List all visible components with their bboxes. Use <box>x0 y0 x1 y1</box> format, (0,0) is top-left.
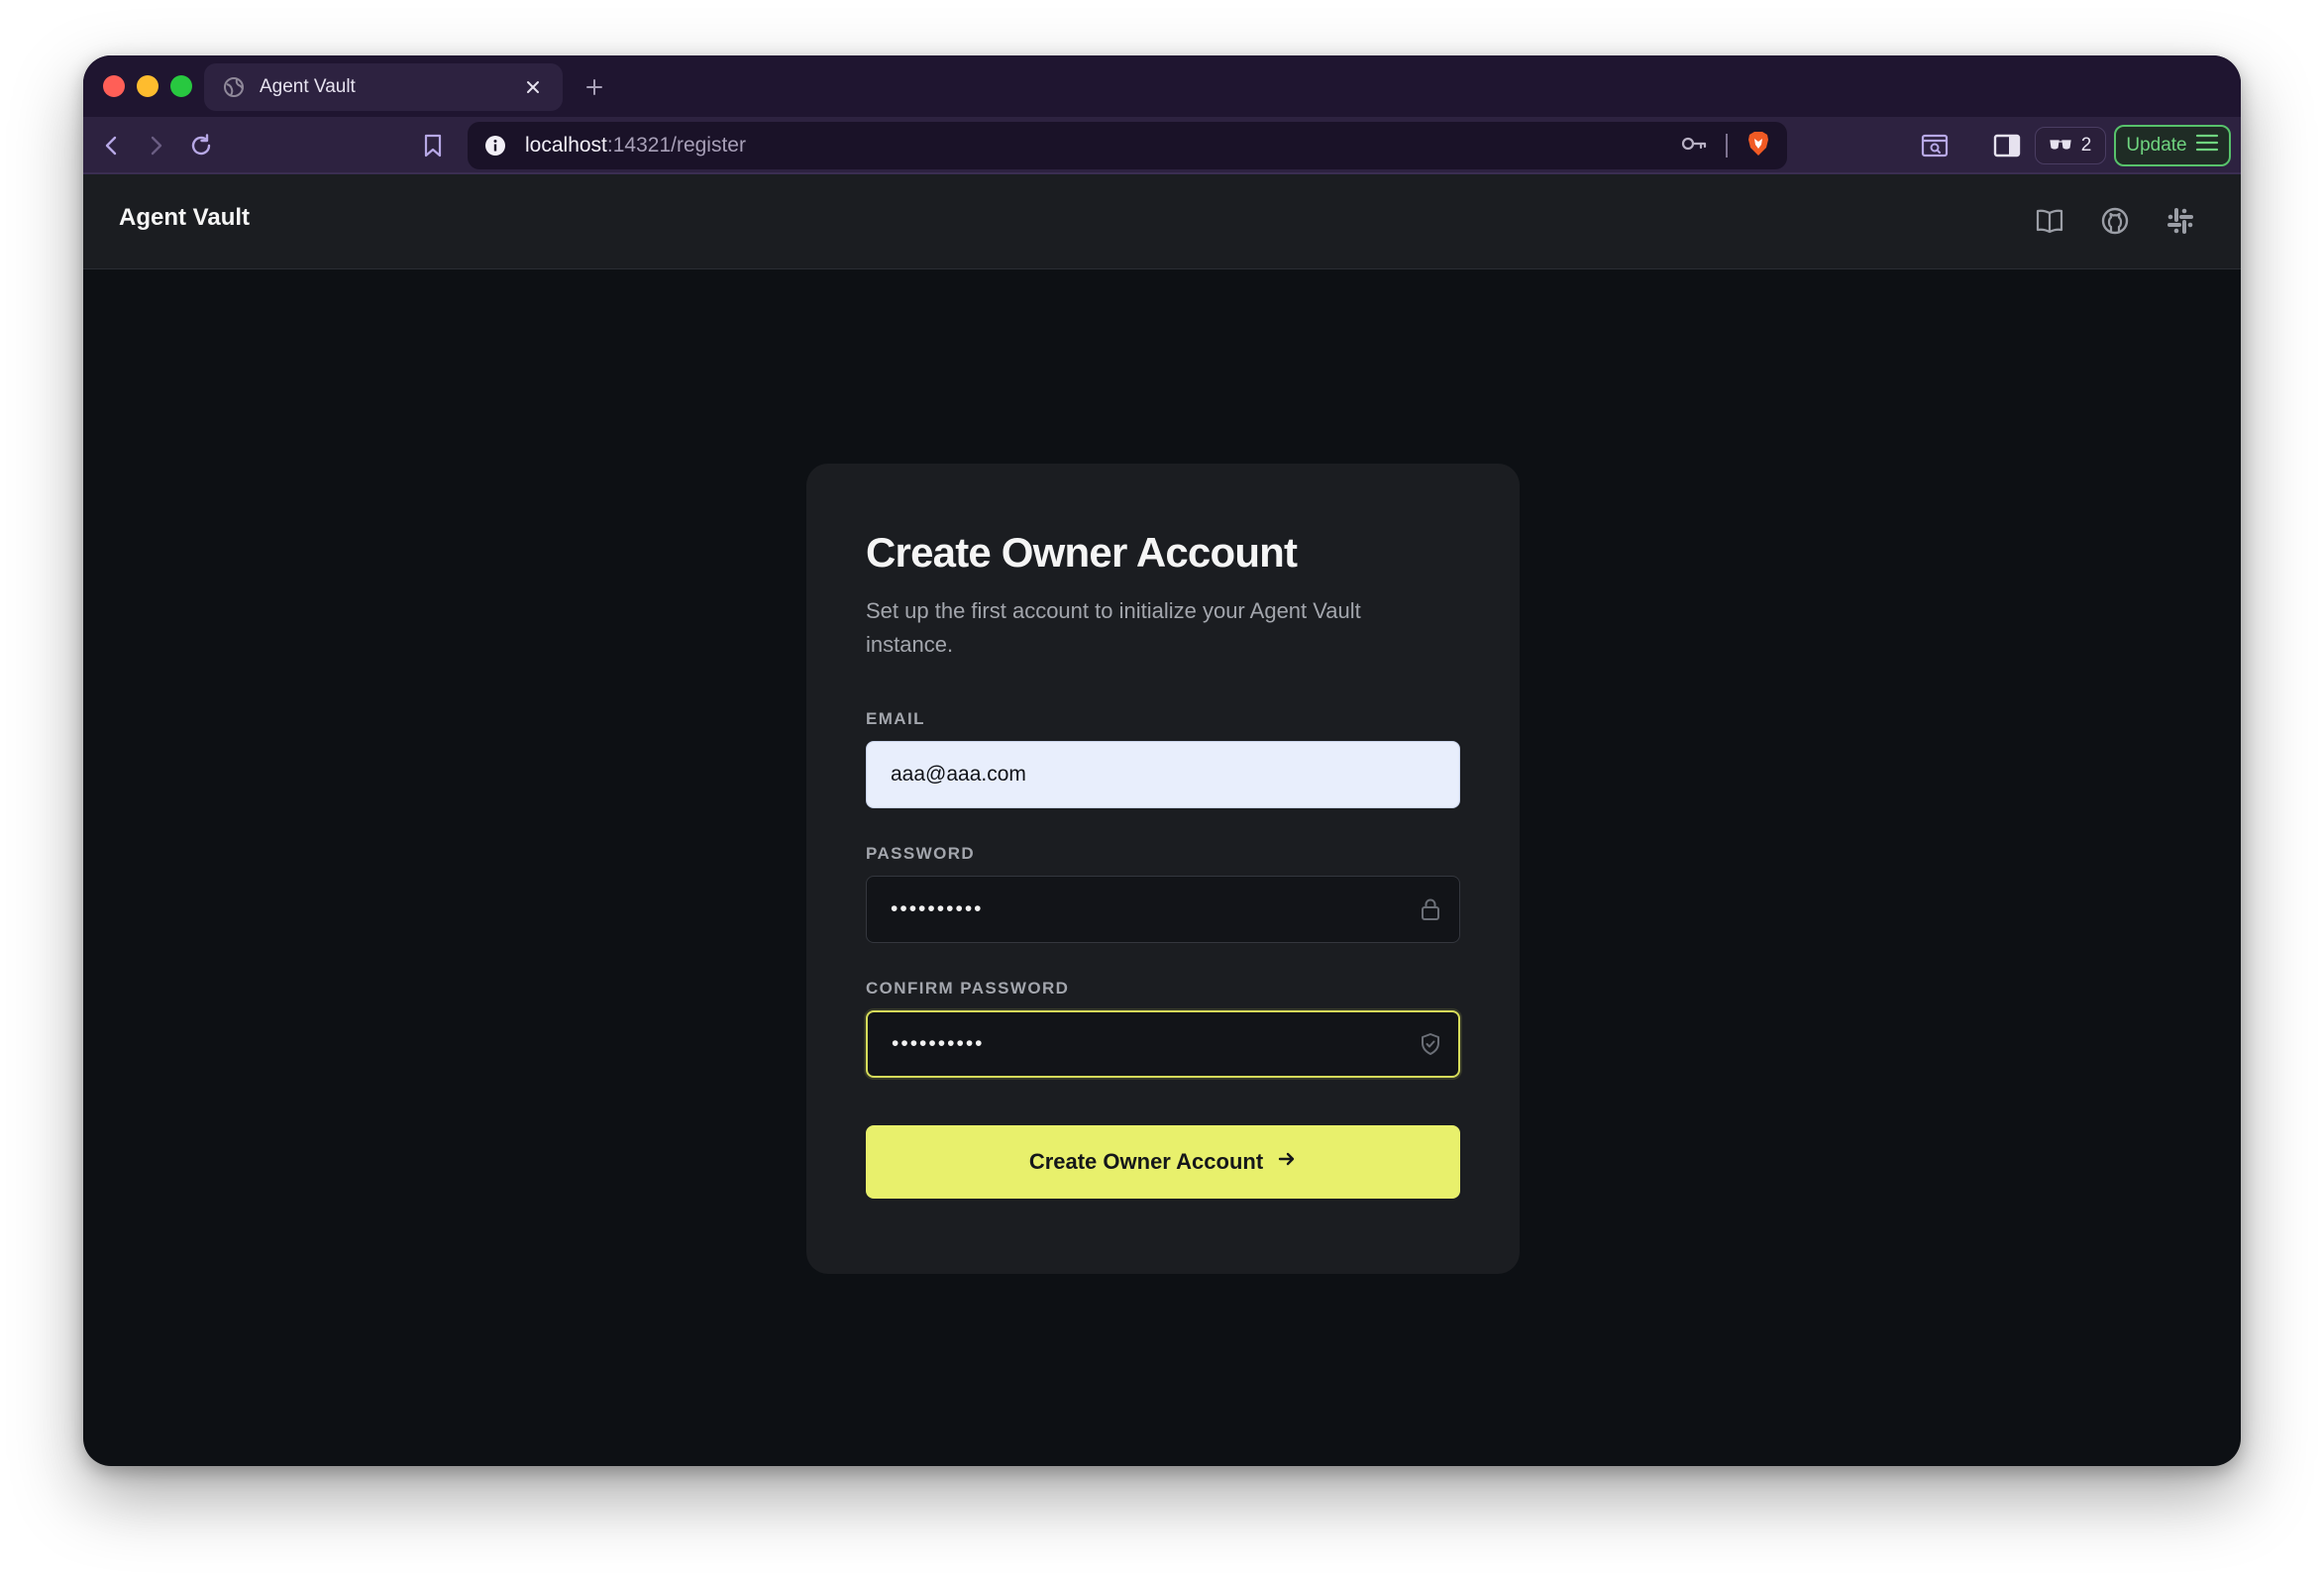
shield-check-icon <box>1419 1032 1442 1056</box>
browser-window: Agent Vault localhost:14321/register 2 … <box>83 55 2241 1466</box>
close-icon[interactable] <box>521 75 545 99</box>
key-icon[interactable] <box>1680 134 1708 158</box>
tab-strip: Agent Vault <box>83 55 2241 117</box>
chevron-left-icon[interactable] <box>95 129 129 162</box>
create-owner-account-button[interactable]: Create Owner Account <box>866 1125 1460 1199</box>
password-group: PASSWORD <box>866 844 1460 943</box>
url-path: :14321/register <box>606 134 746 157</box>
minimize-window-button[interactable] <box>137 75 158 97</box>
wallet-button[interactable]: 2 <box>2035 127 2106 164</box>
slack-icon[interactable] <box>2164 204 2197 238</box>
submit-row: Create Owner Account <box>866 1125 1460 1199</box>
register-card: Create Owner Account Set up the first ac… <box>806 464 1520 1274</box>
url-host: localhost <box>525 134 607 157</box>
update-label: Update <box>2126 135 2187 156</box>
wallet-count: 2 <box>2080 135 2092 156</box>
arrow-right-icon <box>1277 1149 1297 1175</box>
maximize-window-button[interactable] <box>170 75 192 97</box>
password-label: PASSWORD <box>866 844 976 863</box>
form-title: Create Owner Account <box>866 529 1298 576</box>
hamburger-icon <box>2195 133 2219 158</box>
form-subtitle: Set up the first account to initialize y… <box>866 598 1361 657</box>
sidebar-icon[interactable] <box>1990 129 2024 162</box>
book-icon[interactable] <box>2033 204 2066 238</box>
plus-icon[interactable] <box>579 71 610 103</box>
email-field[interactable] <box>866 741 1460 808</box>
confirm-password-field-wrapper <box>866 1010 1460 1078</box>
confirm-password-label: CONFIRM PASSWORD <box>866 979 1070 998</box>
github-icon[interactable] <box>2098 204 2132 238</box>
email-field-wrapper <box>866 741 1460 808</box>
email-label: EMAIL <box>866 709 925 728</box>
info-icon[interactable] <box>483 134 507 158</box>
app-brand[interactable]: Agent Vault <box>119 204 250 232</box>
reload-icon[interactable] <box>184 129 218 162</box>
password-field-wrapper <box>866 876 1460 943</box>
submit-label: Create Owner Account <box>1028 1149 1264 1174</box>
update-button[interactable]: Update <box>2114 125 2231 166</box>
wallet-icon <box>2050 135 2071 157</box>
brave-shield-icon[interactable] <box>1745 130 1771 162</box>
bookmark-icon[interactable] <box>416 129 450 162</box>
app-header: Agent Vault <box>83 174 2241 269</box>
screenshot-icon[interactable] <box>1918 129 1952 162</box>
confirm-password-field[interactable] <box>866 1010 1460 1078</box>
globe-icon <box>222 75 246 99</box>
email-group: EMAIL <box>866 709 1460 808</box>
browser-toolbar: localhost:14321/register 2 Update <box>83 117 2241 174</box>
confirm-password-group: CONFIRM PASSWORD <box>866 979 1460 1078</box>
browser-tab-active[interactable]: Agent Vault <box>204 63 563 111</box>
address-bar-divider <box>1726 134 1728 158</box>
lock-icon <box>1419 897 1442 921</box>
close-window-button[interactable] <box>103 75 125 97</box>
password-field[interactable] <box>866 876 1460 943</box>
tab-title: Agent Vault <box>260 76 356 97</box>
address-bar[interactable]: localhost:14321/register <box>468 122 1787 169</box>
chevron-right-icon[interactable] <box>139 129 172 162</box>
